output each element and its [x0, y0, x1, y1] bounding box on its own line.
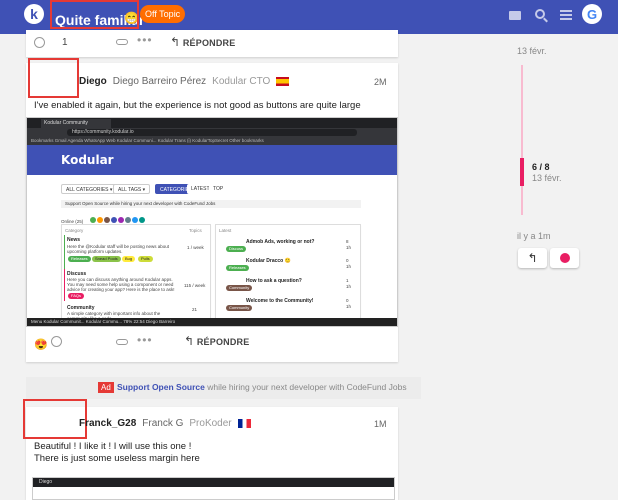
smile-icon[interactable] [34, 37, 45, 48]
hamburger-menu-icon[interactable] [560, 10, 572, 22]
reply-arrow-icon: ↰ [184, 334, 195, 348]
reply-arrow-icon: ↰ [527, 251, 538, 265]
post-author: Diego Diego Barreiro Pérez Kodular CTO [79, 76, 290, 87]
timeline-current-date: 13 févr. [532, 173, 562, 183]
user-avatar[interactable]: G [582, 4, 602, 24]
post-body-line-1: Beautiful ! I like it ! I will use this … [34, 441, 192, 452]
latest-panel: Latest Admob Ads, working or not? Discus… [215, 224, 361, 319]
os-taskbar: Menu Kodular Communit... Kodular Commu..… [27, 318, 397, 326]
post-author: Franck_G28 Franck G ProKoder [79, 418, 251, 429]
kodular-wordmark: Kodular [61, 153, 114, 167]
post-body-text: I've enabled it again, but the experienc… [34, 100, 361, 111]
username[interactable]: Diego [79, 76, 107, 87]
top-header: k Quite familiar 😁 Off Topic G [0, 0, 618, 34]
notification-level-button[interactable] [550, 248, 579, 268]
like-count: 1 [62, 37, 68, 48]
more-dots-icon[interactable]: ••• [137, 33, 153, 47]
mail-icon[interactable] [509, 11, 521, 20]
post-body-line-2: There is just some useless margin here [34, 453, 200, 464]
post-date[interactable]: 1M [374, 419, 387, 429]
nav-top: TOP [209, 184, 228, 194]
category-badge[interactable]: Off Topic [140, 5, 186, 23]
link-icon[interactable] [116, 39, 128, 45]
search-icon[interactable] [535, 9, 545, 19]
post-screenshot-image-2[interactable]: Diego [32, 477, 395, 500]
timeline-end-date[interactable]: il y a 1m [517, 231, 551, 241]
es-flag-icon [276, 76, 290, 86]
browser-tabbar: Diego [33, 478, 394, 487]
online-users: Online (25) [61, 210, 181, 224]
user-title: Kodular CTO [212, 76, 271, 87]
link-icon[interactable] [116, 339, 128, 345]
avatar-redaction-box [23, 399, 87, 439]
ad-text[interactable]: Support Open Source while hiring your ne… [117, 382, 407, 392]
reply-button[interactable]: ↰ RÉPONDRE [170, 35, 235, 49]
timeline-reply-button[interactable]: ↰ [518, 248, 547, 268]
redaction-box [50, 0, 139, 29]
notification-dot-icon [559, 253, 570, 263]
ad-badge: Ad [98, 382, 114, 393]
post-date[interactable]: 2M [374, 77, 387, 87]
fr-flag-icon [237, 418, 251, 428]
nav-all-tags: ALL TAGS ▾ [113, 184, 151, 194]
browser-tabbar: Kodular Community [27, 118, 397, 128]
browser-tab: Kodular Community [41, 119, 111, 128]
nav-all-categories: ALL CATEGORIES ▾ [61, 184, 118, 194]
smile-icon[interactable] [51, 336, 62, 347]
love-reaction-emoji[interactable]: 😍 [34, 338, 48, 351]
reply-arrow-icon: ↰ [170, 35, 181, 49]
kodular-header: Kodular [27, 145, 397, 175]
screenshot-ad-line: Support Open Source while hiring your ne… [61, 200, 361, 208]
bookmarks-bar: Bookmarks Gmail Agenda WhatsApp Web Kodu… [27, 137, 397, 145]
browser-urlbar: https://community.kodular.io [27, 128, 397, 137]
categories-panel: Category Topics News Here the @Kodular s… [61, 224, 211, 321]
username[interactable]: Franck_G28 [79, 418, 136, 429]
full-name: Franck G [142, 418, 184, 429]
browser-url: https://community.kodular.io [67, 129, 357, 136]
post-screenshot-image[interactable]: Kodular Community https://community.kodu… [26, 117, 398, 327]
previous-post-card: 1 ••• ↰ RÉPONDRE [26, 30, 398, 57]
timeline-scroll-handle[interactable] [520, 158, 524, 186]
more-dots-icon[interactable]: ••• [137, 333, 153, 347]
timeline-start-date[interactable]: 13 févr. [517, 46, 547, 56]
timeline-track[interactable] [521, 65, 523, 215]
codefund-ad[interactable]: Ad Support Open Source while hiring your… [26, 377, 421, 399]
reply-button[interactable]: ↰ RÉPONDRE [184, 334, 249, 348]
user-title: ProKoder [189, 418, 232, 429]
timeline-position: 6 / 8 [532, 162, 550, 172]
full-name: Diego Barreiro Pérez [112, 76, 207, 87]
avatar-redaction-box [28, 58, 79, 98]
kodular-logo[interactable]: k [24, 4, 44, 24]
